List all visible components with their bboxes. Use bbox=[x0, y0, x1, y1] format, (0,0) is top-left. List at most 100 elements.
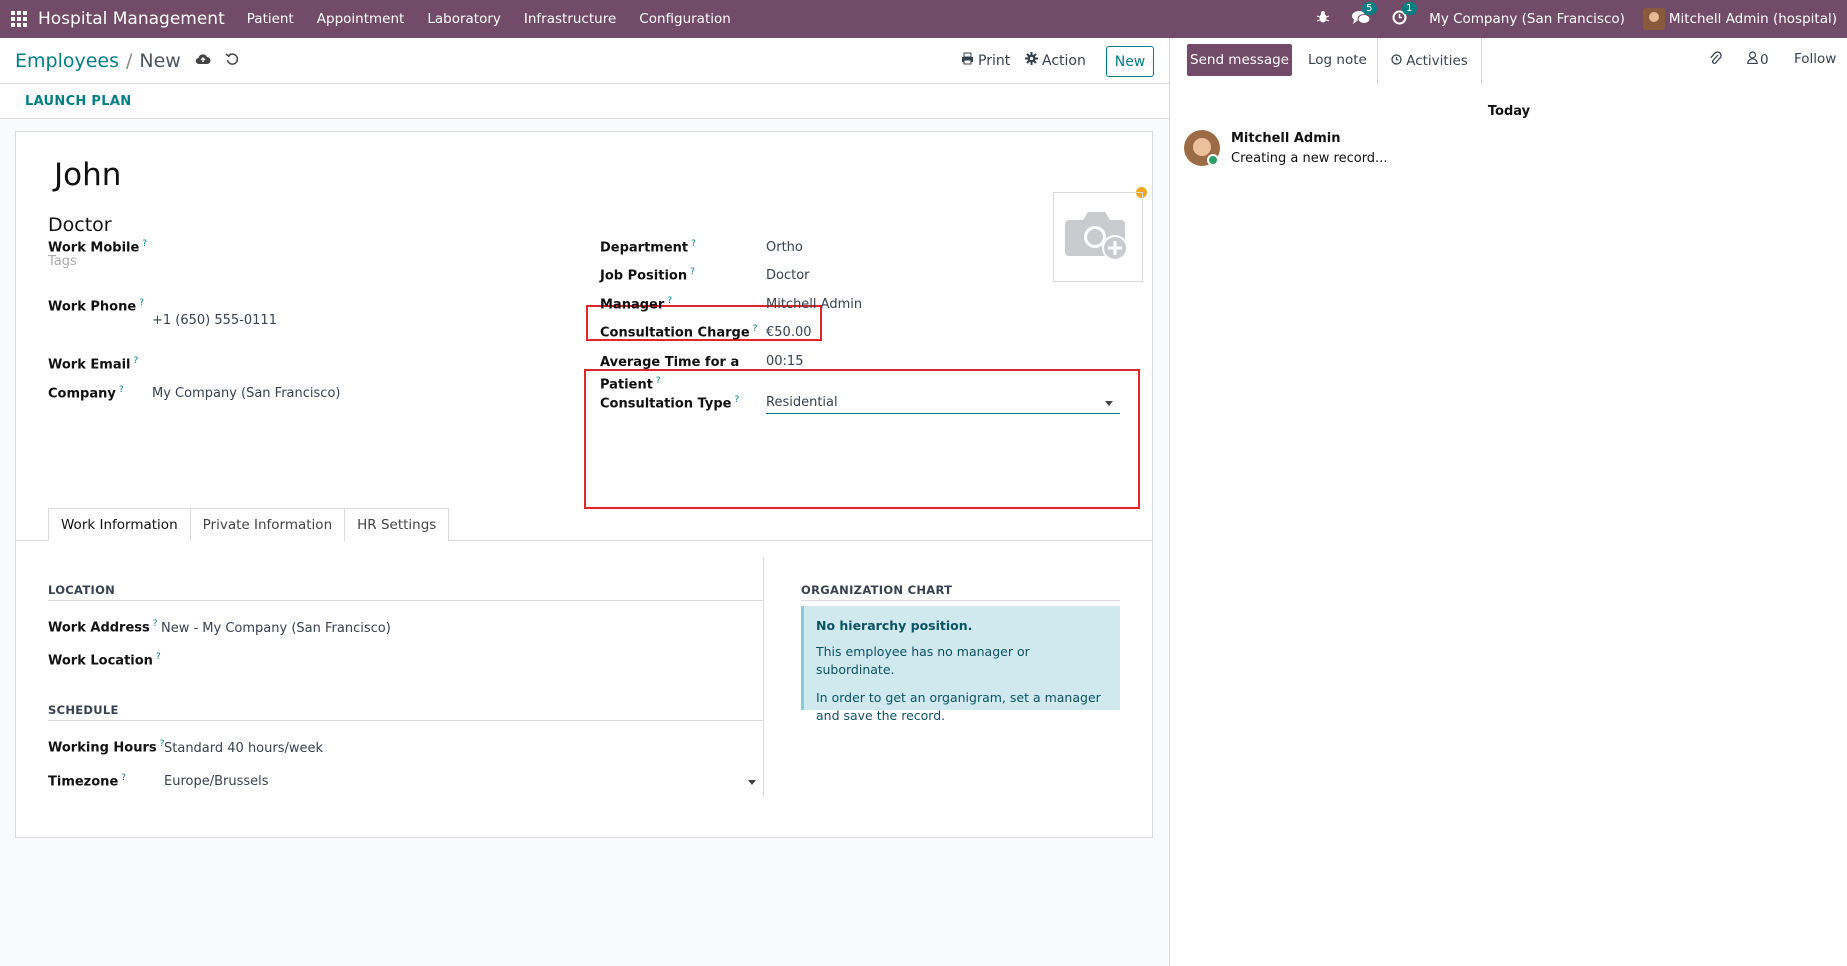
user-avatar bbox=[1642, 8, 1665, 30]
working-hours-field[interactable]: Standard 40 hours/week bbox=[164, 741, 323, 756]
org-chart-title: ORGANIZATION CHART bbox=[801, 583, 953, 597]
help-icon: ? bbox=[690, 267, 695, 277]
consultation-type-label: Consultation Type? bbox=[600, 395, 740, 412]
chatter-panel: Send message Log note Activities 0 Follo… bbox=[1169, 38, 1847, 966]
breadcrumb-current: New bbox=[139, 50, 181, 72]
follow-button[interactable]: Follow bbox=[1794, 51, 1836, 67]
help-icon: ? bbox=[121, 773, 127, 783]
message-body: Creating a new record... bbox=[1231, 151, 1388, 166]
manager-field[interactable]: Mitchell Admin bbox=[766, 297, 862, 312]
messages-icon[interactable]: 5 bbox=[1352, 1, 1377, 29]
clock-icon bbox=[1391, 53, 1402, 69]
average-time-field[interactable]: 00:15 bbox=[766, 354, 803, 369]
employee-photo-upload[interactable] bbox=[1053, 192, 1143, 282]
work-mobile-label: Work Mobile? bbox=[48, 239, 148, 256]
menu-laboratory[interactable]: Laboratory bbox=[427, 11, 501, 27]
tab-private-information[interactable]: Private Information bbox=[189, 508, 346, 541]
tab-hr-settings[interactable]: HR Settings bbox=[344, 508, 450, 541]
help-icon: ? bbox=[734, 395, 740, 405]
status-bar: LAUNCH PLAN bbox=[0, 84, 1169, 119]
help-icon: ? bbox=[152, 619, 158, 629]
save-cloud-icon[interactable] bbox=[195, 53, 211, 69]
org-chart-heading: No hierarchy position. bbox=[816, 618, 973, 633]
tab-work-information[interactable]: Work Information bbox=[48, 508, 191, 541]
online-status-dot bbox=[1207, 154, 1219, 166]
apps-menu-icon[interactable] bbox=[0, 0, 38, 38]
activities-label: Activities bbox=[1406, 53, 1468, 69]
timezone-value: Europe/Brussels bbox=[164, 774, 269, 789]
schedule-rule bbox=[48, 720, 764, 721]
gear-icon bbox=[1025, 52, 1038, 69]
department-field[interactable]: Ortho bbox=[766, 240, 803, 255]
work-phone-field[interactable]: +1 (650) 555-0111 bbox=[152, 313, 277, 328]
print-icon bbox=[961, 52, 974, 69]
help-icon: ? bbox=[118, 385, 124, 395]
org-chart-text-1: This employee has no manager or subordin… bbox=[816, 644, 1030, 677]
work-email-label: Work Email? bbox=[48, 356, 139, 373]
user-menu[interactable]: Mitchell Admin (hospital) bbox=[1642, 8, 1837, 30]
new-button[interactable]: New bbox=[1106, 46, 1154, 77]
company-label: Company? bbox=[48, 385, 124, 402]
activities-badge: 1 bbox=[1402, 1, 1417, 15]
breadcrumb: Employees / New bbox=[15, 50, 239, 72]
camera-plus-icon bbox=[1063, 204, 1133, 270]
chevron-down-icon bbox=[1105, 401, 1113, 406]
action-button[interactable]: Action bbox=[1025, 52, 1086, 69]
location-section-title: LOCATION bbox=[48, 583, 116, 597]
debug-bug-icon[interactable] bbox=[1316, 10, 1330, 28]
menu-patient[interactable]: Patient bbox=[247, 11, 294, 27]
tags-input[interactable]: Tags bbox=[48, 254, 77, 269]
activities-clock-icon[interactable]: 1 bbox=[1392, 1, 1417, 29]
chatter-topbar: Send message Log note Activities 0 Follo… bbox=[1170, 38, 1847, 84]
work-location-label: Work Location? bbox=[48, 652, 161, 669]
notebook-tabs: Work Information Private Information HR … bbox=[48, 508, 450, 541]
job-position-field[interactable]: Doctor bbox=[766, 268, 810, 283]
org-chart-text-2: In order to get an organigram, set a man… bbox=[816, 690, 1101, 723]
followers-count: 0 bbox=[1760, 51, 1769, 68]
attachment-paperclip-icon[interactable] bbox=[1709, 51, 1722, 70]
log-note-button[interactable]: Log note bbox=[1308, 52, 1367, 68]
breadcrumb-employees[interactable]: Employees bbox=[15, 50, 119, 72]
consultation-type-select[interactable]: Residential bbox=[766, 392, 1120, 414]
print-button[interactable]: Print bbox=[961, 52, 1010, 69]
action-label: Action bbox=[1042, 52, 1086, 69]
user-name: Mitchell Admin (hospital) bbox=[1668, 11, 1837, 27]
print-label: Print bbox=[978, 52, 1011, 69]
help-icon: ? bbox=[142, 239, 148, 249]
menu-infrastructure[interactable]: Infrastructure bbox=[524, 11, 616, 27]
discard-undo-icon[interactable] bbox=[225, 52, 239, 70]
work-address-field[interactable]: New - My Company (San Francisco) bbox=[161, 621, 391, 636]
work-address-label: Work Address? bbox=[48, 619, 158, 636]
date-separator: Today bbox=[1487, 104, 1531, 119]
menu-appointment[interactable]: Appointment bbox=[317, 11, 405, 27]
followers-button[interactable]: 0 bbox=[1747, 51, 1769, 68]
schedule-section-title: SCHEDULE bbox=[48, 703, 119, 717]
user-icon bbox=[1747, 51, 1758, 68]
app-brand[interactable]: Hospital Management bbox=[38, 9, 225, 29]
help-icon: ? bbox=[155, 652, 161, 662]
job-title-input[interactable]: Doctor bbox=[48, 214, 112, 236]
job-position-label: Job Position? bbox=[600, 267, 695, 284]
launch-plan-button[interactable]: LAUNCH PLAN bbox=[25, 94, 131, 109]
company-switcher[interactable]: My Company (San Francisco) bbox=[1429, 11, 1625, 27]
consultation-type-value: Residential bbox=[766, 395, 838, 410]
menu-configuration[interactable]: Configuration bbox=[639, 11, 731, 27]
message-author[interactable]: Mitchell Admin bbox=[1231, 131, 1340, 146]
help-icon: ? bbox=[691, 239, 696, 249]
help-icon: ? bbox=[667, 296, 673, 306]
top-navbar: Hospital Management Patient Appointment … bbox=[0, 0, 1847, 38]
working-hours-label: Working Hours? bbox=[48, 739, 165, 756]
employee-name-input[interactable]: John bbox=[54, 157, 121, 193]
chevron-down-icon bbox=[748, 780, 756, 785]
send-message-button[interactable]: Send message bbox=[1187, 44, 1292, 76]
column-divider bbox=[763, 557, 764, 797]
location-rule bbox=[48, 600, 764, 601]
org-chart-info-alert: No hierarchy position. This employee has… bbox=[801, 606, 1120, 723]
consultation-charge-label: Consultation Charge? bbox=[600, 324, 758, 341]
activities-button[interactable]: Activities bbox=[1377, 38, 1482, 84]
messages-badge: 5 bbox=[1362, 1, 1377, 15]
help-icon: ? bbox=[133, 356, 139, 366]
timezone-select[interactable]: Europe/Brussels bbox=[164, 772, 760, 792]
consultation-charge-field[interactable]: €50.00 bbox=[766, 325, 812, 340]
company-field[interactable]: My Company (San Francisco) bbox=[152, 386, 340, 401]
